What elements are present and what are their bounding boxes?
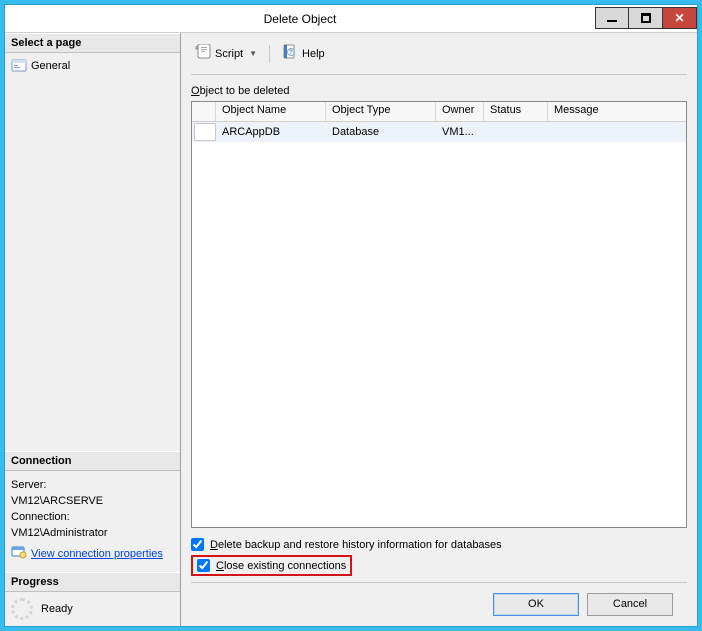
object-grid: Object Name Object Type Owner Status Mes… xyxy=(191,101,687,528)
row-selector-icon xyxy=(194,123,216,141)
delete-history-checkbox[interactable] xyxy=(191,538,204,551)
help-icon: ? xyxy=(282,44,298,63)
progress-spinner-icon xyxy=(11,598,33,620)
options-panel: Delete backup and restore history inform… xyxy=(191,528,687,582)
left-pane: Select a page General Connection Server:… xyxy=(5,33,181,626)
col-header-owner[interactable]: Owner xyxy=(436,102,484,121)
table-row[interactable]: ARCAppDB Database VM1... xyxy=(192,122,686,142)
right-pane: Script ▼ ? Help Object to be deleted Obj… xyxy=(181,33,697,626)
close-connections-checkbox[interactable] xyxy=(197,559,210,572)
help-label: Help xyxy=(302,48,325,60)
toolbar-sep xyxy=(269,45,270,63)
close-connections-label: Close existing connections xyxy=(216,560,346,572)
connection-label: Connection: xyxy=(11,511,174,523)
col-header-icon[interactable] xyxy=(192,102,216,121)
col-header-type[interactable]: Object Type xyxy=(326,102,436,121)
connection-header: Connection xyxy=(5,451,180,471)
help-button[interactable]: ? Help xyxy=(278,43,329,64)
cell-owner: VM1... xyxy=(436,124,484,140)
dropdown-arrow-icon: ▼ xyxy=(249,49,257,58)
col-header-message[interactable]: Message xyxy=(548,102,686,121)
script-label: Script xyxy=(215,48,243,60)
toolbar: Script ▼ ? Help xyxy=(191,39,687,75)
delete-history-label: Delete backup and restore history inform… xyxy=(210,539,502,551)
col-header-status[interactable]: Status xyxy=(484,102,548,121)
view-connection-properties-link[interactable]: View connection properties xyxy=(11,543,174,564)
cell-object-name: ARCAppDB xyxy=(216,124,326,140)
close-connections-highlight: Close existing connections xyxy=(191,555,352,576)
grid-header-row: Object Name Object Type Owner Status Mes… xyxy=(192,102,686,122)
dialog-footer: OK Cancel xyxy=(191,582,687,626)
progress-status-text: Ready xyxy=(41,603,73,615)
connection-props-icon xyxy=(11,544,27,563)
window-title: Delete Object xyxy=(5,12,595,26)
cell-object-type: Database xyxy=(326,124,436,140)
maximize-button[interactable] xyxy=(629,7,663,29)
cancel-button[interactable]: Cancel xyxy=(587,593,673,616)
window-controls: ✕ xyxy=(595,8,697,29)
cell-message xyxy=(548,130,686,134)
dialog-body: Select a page General Connection Server:… xyxy=(5,33,697,626)
progress-header: Progress xyxy=(5,572,180,592)
col-header-name[interactable]: Object Name xyxy=(216,102,326,121)
svg-text:?: ? xyxy=(289,50,293,56)
cell-status xyxy=(484,130,548,134)
close-button[interactable]: ✕ xyxy=(663,7,697,29)
connection-value: VM12\Administrator xyxy=(11,527,174,539)
progress-panel: Ready xyxy=(5,592,180,626)
script-button[interactable]: Script ▼ xyxy=(191,43,261,64)
dialog-delete-object: Delete Object ✕ Select a page General Co… xyxy=(4,4,698,627)
server-value: VM12\ARCSERVE xyxy=(11,495,174,507)
ok-button[interactable]: OK xyxy=(493,593,579,616)
view-connection-properties-label: View connection properties xyxy=(31,548,163,560)
script-icon xyxy=(195,44,211,63)
select-page-header: Select a page xyxy=(5,33,180,53)
titlebar: Delete Object ✕ xyxy=(5,5,697,33)
minimize-button[interactable] xyxy=(595,7,629,29)
page-icon xyxy=(11,58,27,74)
page-tree-item-general[interactable]: General xyxy=(11,57,174,75)
page-item-label: General xyxy=(31,60,70,72)
server-label: Server: xyxy=(11,479,174,491)
object-to-be-deleted-label: Object to be deleted xyxy=(191,85,687,97)
connection-panel: Server: VM12\ARCSERVE Connection: VM12\A… xyxy=(5,471,180,572)
